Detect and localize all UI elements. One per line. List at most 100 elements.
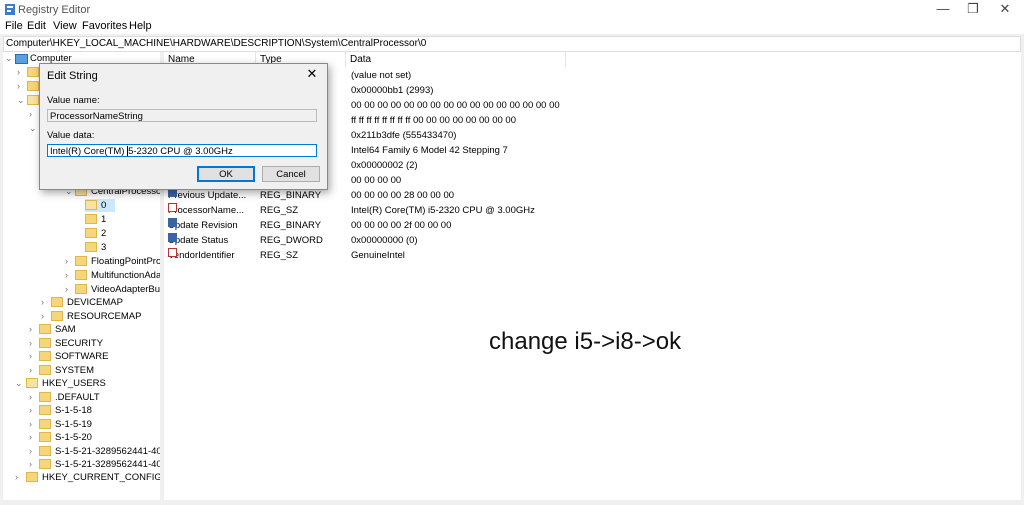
menu-file[interactable]: File [3,20,25,32]
tree-node-s-1-5-18[interactable]: › S-1-5-18 [29,404,92,417]
chevron-down-icon[interactable]: ⌄ [17,94,25,107]
table-row[interactable]: VendorIdentifier REG_SZ GenuineIntel [164,248,1021,263]
row-type: REG_BINARY [260,220,322,231]
edit-string-dialog: Edit String ✕ Value name: ProcessorNameS… [39,63,328,190]
chevron-down-icon[interactable]: ⌄ [29,122,37,135]
tree-node-system[interactable]: › SYSTEM [29,364,94,377]
row-type: REG_SZ [260,205,299,216]
folder-icon [27,67,39,78]
chevron-right-icon[interactable]: › [17,66,20,79]
tree-node-s-1-5-19[interactable]: › S-1-5-19 [29,418,92,431]
chevron-right-icon[interactable]: › [15,471,18,484]
chevron-right-icon[interactable]: › [29,350,32,363]
chevron-right-icon[interactable]: › [29,445,32,458]
column-data[interactable]: Data [346,52,566,67]
tree-node-0[interactable]: 0 [85,199,115,212]
chevron-down-icon[interactable]: ⌄ [15,377,23,390]
tree-node-2[interactable]: 2 [85,227,106,240]
row-data: 0x00000002 (2) [351,160,418,171]
tree-node-s-1-5-20[interactable]: › S-1-5-20 [29,431,92,444]
chevron-right-icon[interactable]: › [29,108,32,121]
folder-icon [85,214,97,225]
title-bar: Registry Editor — ❐ ✕ [0,0,1024,20]
chevron-right-icon[interactable]: › [29,458,32,471]
row-data: 00 00 00 00 2f 00 00 00 [351,220,452,231]
value-name-label: Value name: [47,95,100,106]
row-name-text: Update Revision [168,220,238,231]
folder-icon [39,432,51,443]
close-button[interactable]: ✕ [982,1,1024,19]
folder-icon [75,284,87,295]
chevron-right-icon[interactable]: › [65,283,68,296]
tree-node-label: FloatingPointProc [91,256,160,267]
folder-icon [39,392,51,403]
tree-node-multifunction[interactable]: › MultifunctionAda [65,269,160,282]
folder-icon [39,446,51,457]
table-row[interactable]: Previous Update... REG_BINARY 00 00 00 00 … [164,188,1021,203]
chevron-right-icon[interactable]: › [65,269,68,282]
tree-node-hkey-current-config[interactable]: › HKEY_CURRENT_CONFIG [15,471,160,484]
folder-icon [39,459,51,470]
chevron-right-icon[interactable]: › [29,431,32,444]
tree-node-sam[interactable]: › SAM [29,323,76,336]
row-data: 0x00000000 (0) [351,235,418,246]
chevron-right-icon[interactable]: › [29,404,32,417]
tree-node-label: 3 [101,242,107,253]
row-data: Intel64 Family 6 Model 42 Stepping 7 [351,145,508,156]
tree-node-floatingpoint[interactable]: › FloatingPointProc [65,255,160,268]
tree-node-3[interactable]: 3 [85,241,106,254]
string-value-icon [168,203,177,212]
tree-node-devicemap[interactable]: › DEVICEMAP [41,296,123,309]
dialog-title: Edit String [47,70,98,82]
tree-node-software[interactable]: › SOFTWARE [29,350,108,363]
chevron-right-icon[interactable]: › [41,310,44,323]
table-row[interactable]: Update Status REG_DWORD 0x00000000 (0) [164,233,1021,248]
folder-icon [27,95,39,106]
row-data: 00 00 00 00 00 00 00 00 00 00 00 00 00 0… [351,100,560,111]
table-row[interactable]: ProcessorName... REG_SZ Intel(R) Core(TM) … [164,203,1021,218]
tree-node-security[interactable]: › SECURITY [29,337,103,350]
menu-view[interactable]: View [51,20,79,32]
menu-help[interactable]: Help [127,20,154,32]
dialog-close-icon[interactable]: ✕ [302,66,322,82]
tree-node-label: VideoAdapterBus [91,284,160,295]
table-row[interactable]: Update Revision REG_BINARY 00 00 00 00 2f … [164,218,1021,233]
folder-icon [39,351,51,362]
chevron-right-icon[interactable]: › [17,80,20,93]
value-data-field[interactable]: Intel(R) Core(TM) 5-2320 CPU @ 3.00GHz [47,144,317,157]
folder-icon [75,270,87,281]
tree-node-resourcemap[interactable]: › RESOURCEMAP [41,310,141,323]
menu-favorites[interactable]: Favorites [80,20,129,32]
computer-icon [15,54,28,64]
value-name-field[interactable]: ProcessorNameString [47,109,317,122]
chevron-right-icon[interactable]: › [65,255,68,268]
chevron-right-icon[interactable]: › [29,364,32,377]
tree-node-s-1-5-21-a[interactable]: › S-1-5-21-3289562441-4013 [29,445,160,458]
chevron-right-icon[interactable]: › [29,323,32,336]
row-name-text: ProcessorName... [168,205,245,216]
tree-node-label: HKEY_USERS [42,378,106,389]
tree-node-videoadapter[interactable]: › VideoAdapterBus [65,283,160,296]
chevron-down-icon[interactable]: ⌄ [5,52,13,65]
tree-node-default[interactable]: › .DEFAULT [29,391,100,404]
tree-node-label: SYSTEM [55,365,95,376]
folder-icon [85,228,97,239]
row-name: Previous Update... [168,188,246,203]
chevron-right-icon[interactable]: › [29,391,32,404]
tree-node-label: S-1-5-20 [55,432,92,443]
tree-node-label: 1 [101,214,107,225]
ok-button[interactable]: OK [197,166,255,182]
tree-node-1[interactable]: 1 [85,213,106,226]
tree-node-hkey-users[interactable]: ⌄ HKEY_USERS [15,377,106,390]
tree-node-s-1-5-21-b[interactable]: › S-1-5-21-3289562441-4013 [29,458,160,471]
chevron-right-icon[interactable]: › [29,418,32,431]
row-data: (value not set) [351,70,412,81]
row-data: Intel(R) Core(TM) i5-2320 CPU @ 3.00GHz [351,205,535,216]
chevron-right-icon[interactable]: › [29,337,32,350]
menu-edit[interactable]: Edit [25,20,48,32]
value-data-text-before: Intel(R) Core(TM) [50,146,128,157]
cancel-button[interactable]: Cancel [262,166,320,182]
chevron-right-icon[interactable]: › [41,296,44,309]
address-bar[interactable]: Computer\HKEY_LOCAL_MACHINE\HARDWARE\DES… [3,36,1021,52]
tree-node-label: S-1-5-19 [55,419,92,430]
